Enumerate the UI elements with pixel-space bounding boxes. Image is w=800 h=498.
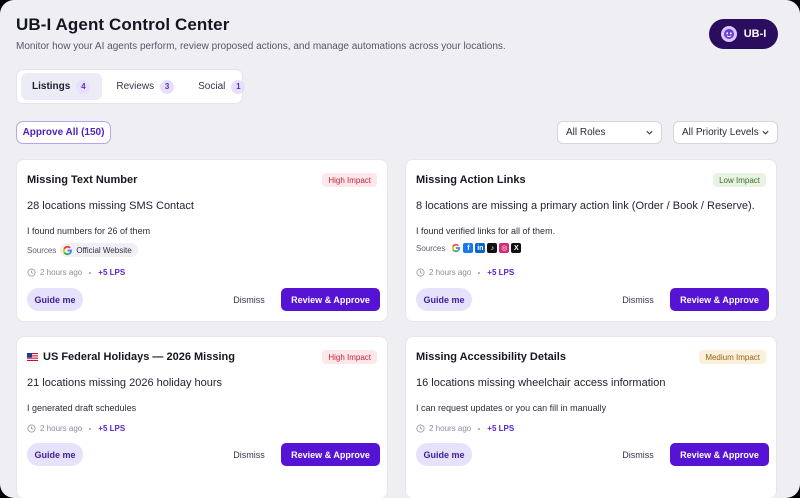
tab-listings[interactable]: Listings 4 — [21, 73, 103, 100]
tab-label: Social — [198, 81, 226, 92]
dismiss-button[interactable]: Dismiss — [618, 443, 658, 466]
card-time: 2 hours ago — [429, 268, 472, 277]
lps-badge: +5 LPS — [487, 268, 515, 277]
clock-icon — [416, 424, 425, 433]
card-title: Missing Action Links — [416, 174, 526, 186]
card-detail: I generated draft schedules — [27, 403, 137, 413]
lps-badge: +5 LPS — [98, 424, 126, 433]
card-time: 2 hours ago — [40, 424, 83, 433]
tab-reviews[interactable]: Reviews 3 — [106, 73, 184, 100]
card-meta: 2 hours ago +5 LPS — [416, 424, 514, 433]
card-time: 2 hours ago — [40, 268, 83, 277]
dismiss-button[interactable]: Dismiss — [229, 443, 269, 466]
card-time: 2 hours ago — [429, 424, 472, 433]
tab-label: Listings — [32, 81, 71, 92]
sources-label: Sources — [27, 245, 57, 255]
impact-badge: Low Impact — [713, 173, 766, 187]
card-title: Missing Accessibility Details — [416, 351, 566, 363]
sources-label: Sources — [416, 243, 446, 253]
brand-button[interactable]: UB-I — [709, 19, 778, 49]
lps-badge: +5 LPS — [487, 424, 515, 433]
guide-me-button[interactable]: Guide me — [416, 443, 472, 466]
tab-bar: Listings 4 Reviews 3 Social 1 — [16, 69, 246, 104]
card-headline: 16 locations missing wheelchair access i… — [416, 377, 666, 389]
card-detail: I can request updates or you can fill in… — [416, 403, 607, 413]
instagram-icon[interactable]: ◎ — [499, 243, 510, 253]
separator-dot — [478, 427, 481, 430]
google-icon[interactable] — [451, 243, 461, 253]
guide-me-button[interactable]: Guide me — [27, 288, 83, 311]
priority-select-value: All Priority Levels — [682, 127, 759, 138]
task-card-us-federal-holidays: US Federal Holidays — 2026 Missing High … — [16, 336, 388, 498]
priority-select[interactable]: All Priority Levels — [673, 121, 778, 144]
impact-badge: High Impact — [322, 350, 377, 364]
linkedin-icon[interactable]: in — [475, 243, 486, 253]
source-chip-label: Official Website — [76, 245, 132, 255]
page-subtitle: Monitor how your AI agents perform, revi… — [16, 41, 506, 52]
impact-badge: Medium Impact — [699, 350, 766, 364]
card-headline: 8 locations are missing a primary action… — [416, 200, 755, 212]
facebook-icon[interactable]: f — [463, 243, 474, 253]
source-chip[interactable]: Official Website — [60, 243, 138, 257]
separator-dot — [478, 271, 481, 274]
approve-all-button[interactable]: Approve All (150) — [16, 121, 111, 144]
tiktok-icon[interactable]: ♪ — [487, 243, 498, 253]
x-icon[interactable]: X — [511, 243, 522, 253]
brand-label: UB-I — [743, 28, 767, 40]
tab-count-badge: 3 — [160, 79, 175, 94]
tab-social[interactable]: Social 1 — [188, 73, 255, 100]
card-headline: 28 locations missing SMS Contact — [27, 200, 194, 212]
tab-label: Reviews — [116, 81, 155, 92]
card-meta: 2 hours ago +5 LPS — [27, 268, 125, 277]
task-card-missing-text-number: Missing Text Number High Impact 28 locat… — [16, 159, 388, 322]
card-title: US Federal Holidays — 2026 Missing — [43, 351, 235, 363]
app-window: UB-I Agent Control Center Monitor how yo… — [0, 0, 800, 498]
roles-select[interactable]: All Roles — [557, 121, 662, 144]
card-headline: 21 locations missing 2026 holiday hours — [27, 377, 223, 389]
roles-select-value: All Roles — [566, 127, 606, 138]
guide-me-button[interactable]: Guide me — [416, 288, 472, 311]
review-approve-button[interactable]: Review & Approve — [670, 443, 769, 466]
guide-me-button[interactable]: Guide me — [27, 443, 83, 466]
clock-icon — [416, 268, 425, 277]
google-icon — [63, 245, 73, 255]
task-card-missing-action-links: Missing Action Links Low Impact 8 locati… — [405, 159, 777, 322]
page-title: UB-I Agent Control Center — [16, 15, 230, 34]
separator-dot — [89, 271, 92, 274]
impact-badge: High Impact — [322, 173, 377, 187]
review-approve-button[interactable]: Review & Approve — [281, 288, 380, 311]
clock-icon — [27, 268, 36, 277]
separator-dot — [89, 427, 92, 430]
dismiss-button[interactable]: Dismiss — [618, 288, 658, 311]
sources-row: Sources f in ♪ ◎ X — [416, 243, 522, 253]
tab-count-badge: 1 — [231, 79, 246, 94]
review-approve-button[interactable]: Review & Approve — [670, 288, 769, 311]
card-title-row: US Federal Holidays — 2026 Missing — [27, 351, 235, 363]
chevron-down-icon — [762, 130, 769, 135]
clock-icon — [27, 424, 36, 433]
card-detail: I found numbers for 26 of them — [27, 226, 151, 236]
task-card-missing-accessibility: Missing Accessibility Details Medium Imp… — [405, 336, 777, 498]
card-meta: 2 hours ago +5 LPS — [27, 424, 125, 433]
review-approve-button[interactable]: Review & Approve — [281, 443, 380, 466]
tab-count-badge: 4 — [76, 79, 91, 94]
sources-row: Sources Official Website — [27, 243, 138, 257]
dismiss-button[interactable]: Dismiss — [229, 288, 269, 311]
lps-badge: +5 LPS — [98, 268, 126, 277]
card-title: Missing Text Number — [27, 174, 138, 186]
card-detail: I found verified links for all of them. — [416, 226, 556, 236]
card-meta: 2 hours ago +5 LPS — [416, 268, 514, 277]
chevron-down-icon — [646, 130, 653, 135]
us-flag-icon — [27, 353, 38, 361]
source-icons: f in ♪ ◎ X — [451, 243, 522, 253]
agent-face-icon — [720, 26, 737, 42]
